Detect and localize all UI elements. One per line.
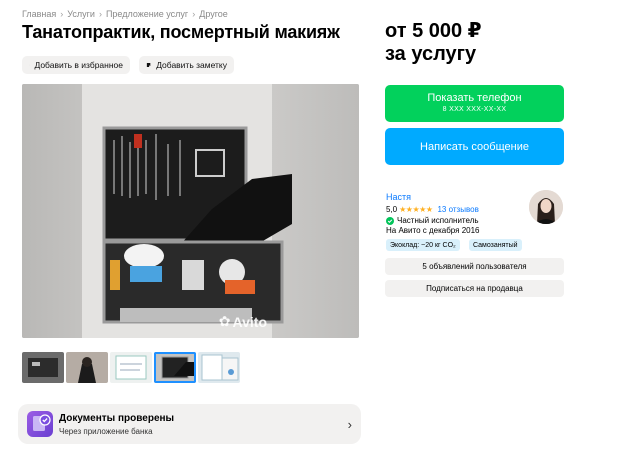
eco-badge[interactable]: Экоклад: ~20 кг CO₂: [386, 239, 460, 251]
avito-watermark: ✿ Avito: [218, 313, 267, 330]
document-check-icon: [27, 411, 53, 437]
breadcrumb-home[interactable]: Главная: [22, 9, 56, 19]
rating-stars-icon: ★★★★★: [399, 205, 433, 214]
page-title: Танатопрактик, посмертный макияж: [22, 22, 340, 42]
seller-type-label: Частный исполнитель: [397, 216, 479, 225]
seller-avatar[interactable]: [529, 190, 563, 224]
phone-number-masked: 8 XXX XXX-XX-XX: [442, 106, 507, 113]
photo-makeup-case: [22, 84, 359, 338]
subscribe-seller-button[interactable]: Подписаться на продавца: [385, 280, 564, 297]
seller-name-link[interactable]: Настя: [386, 192, 411, 202]
seller-since: На Авито с декабря 2016: [386, 226, 480, 235]
breadcrumb-services[interactable]: Услуги: [67, 9, 95, 19]
breadcrumb-other[interactable]: Другое: [199, 9, 228, 19]
reviews-link[interactable]: 13 отзывов: [437, 205, 478, 214]
documents-subtitle: Через приложение банка: [59, 427, 153, 436]
add-to-favorites-button[interactable]: Добавить в избранное: [22, 56, 130, 74]
thumbnail[interactable]: [22, 352, 64, 383]
thumbnail[interactable]: [110, 352, 152, 383]
breadcrumb-separator: ›: [60, 9, 64, 19]
show-phone-button[interactable]: Показать телефон 8 XXX XXX-XX-XX: [385, 85, 564, 122]
add-to-favorites-label: Добавить в избранное: [34, 60, 123, 70]
add-note-button[interactable]: Добавить заметку: [139, 56, 234, 74]
breadcrumb-separator: ›: [98, 9, 102, 19]
seller-rating: 5,0 ★★★★★ 13 отзывов: [386, 205, 479, 214]
verified-check-icon: [386, 216, 394, 225]
user-ads-button[interactable]: 5 объявлений пользователя: [385, 258, 564, 275]
self-employed-badge[interactable]: Самозанятый: [469, 239, 522, 251]
breadcrumb: Главная › Услуги › Предложение услуг › Д…: [22, 9, 228, 19]
breadcrumb-service-offers[interactable]: Предложение услуг: [106, 9, 188, 19]
price-amount: от 5 000 ₽: [385, 20, 482, 42]
write-message-button[interactable]: Написать сообщение: [385, 128, 564, 165]
show-phone-label: Показать телефон: [427, 92, 522, 104]
chevron-right-icon: ›: [347, 417, 352, 432]
thumbnail-active[interactable]: [154, 352, 196, 383]
breadcrumb-separator: ›: [192, 9, 196, 19]
documents-verified-card[interactable]: Документы проверены Через приложение бан…: [18, 404, 361, 444]
note-icon: [146, 63, 151, 67]
seller-type: Частный исполнитель: [386, 216, 479, 225]
documents-title: Документы проверены: [59, 413, 175, 424]
rating-value: 5,0: [386, 205, 398, 214]
thumbnail[interactable]: [198, 352, 240, 383]
main-photo[interactable]: ✿ Avito: [22, 84, 359, 338]
add-note-label: Добавить заметку: [156, 60, 227, 70]
thumbnail[interactable]: [66, 352, 108, 383]
price-unit: за услугу: [385, 43, 477, 65]
photo-thumbnails: [22, 352, 240, 383]
